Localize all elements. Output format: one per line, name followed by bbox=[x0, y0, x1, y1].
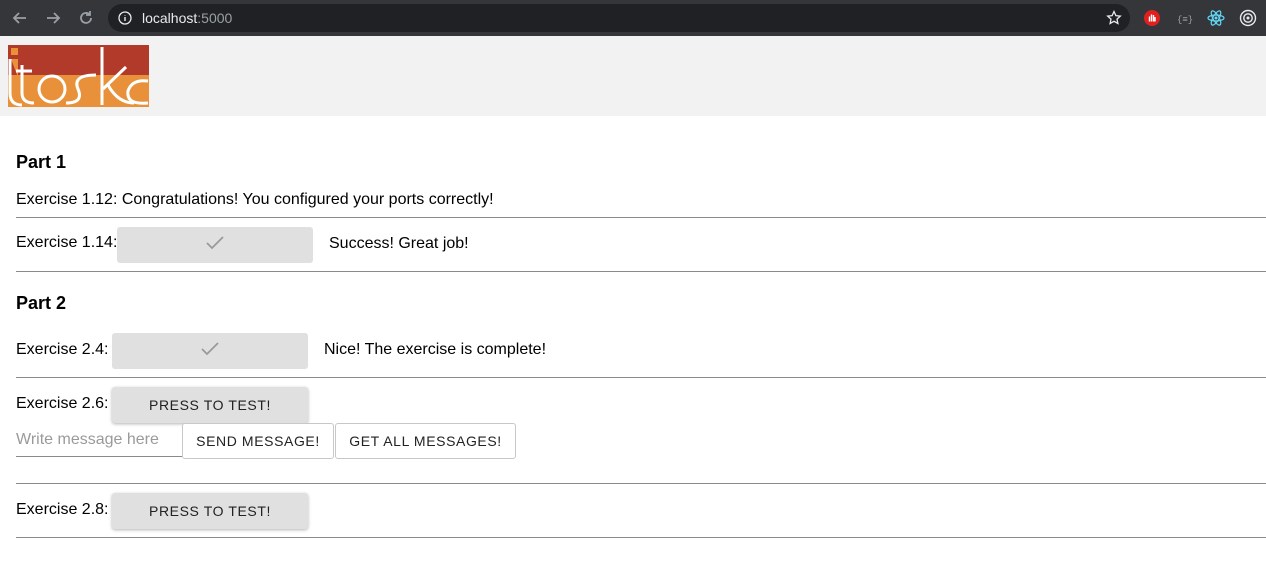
divider bbox=[16, 537, 1266, 538]
exercise-1-14-label: Exercise 1.14: bbox=[16, 234, 118, 251]
url-host: localhost bbox=[142, 10, 198, 26]
info-icon[interactable] bbox=[118, 11, 132, 25]
exercise-2-8-test-button[interactable]: PRESS TO TEST! bbox=[112, 493, 308, 529]
get-all-messages-button[interactable]: GET ALL MESSAGES! bbox=[335, 423, 516, 459]
exercise-1-14-result: Success! Great job! bbox=[329, 235, 469, 252]
checkmark-icon bbox=[200, 341, 220, 362]
back-icon[interactable] bbox=[10, 8, 30, 28]
divider bbox=[16, 483, 1266, 484]
exercise-2-8-label: Exercise 2.8: bbox=[16, 501, 109, 518]
url-port: :5000 bbox=[197, 10, 233, 26]
address-bar[interactable]: localhost:5000 bbox=[108, 4, 1130, 32]
send-message-button[interactable]: SEND MESSAGE! bbox=[182, 423, 334, 459]
checkmark-icon bbox=[205, 235, 225, 256]
extension-target-icon[interactable] bbox=[1238, 8, 1258, 28]
message-input[interactable] bbox=[16, 423, 182, 457]
browser-toolbar: localhost:5000 {≡} bbox=[0, 0, 1266, 36]
url-text[interactable]: localhost:5000 bbox=[142, 10, 232, 26]
itoska-logo bbox=[8, 45, 149, 107]
forward-icon[interactable] bbox=[43, 8, 63, 28]
part1-heading: Part 1 bbox=[16, 152, 67, 172]
exercise-2-4-result: Nice! The exercise is complete! bbox=[324, 341, 547, 358]
app-header bbox=[0, 36, 1266, 116]
divider bbox=[16, 377, 1266, 378]
exercise-2-4-label: Exercise 2.4: bbox=[16, 341, 109, 358]
bookmark-star-icon[interactable] bbox=[1106, 9, 1122, 26]
exercise-1-12-text: Exercise 1.12: Congratulations! You conf… bbox=[16, 191, 494, 208]
part2-heading: Part 2 bbox=[16, 293, 67, 313]
json-extension-icon[interactable]: {≡} bbox=[1174, 8, 1194, 28]
exercise-1-14-status-button[interactable] bbox=[117, 227, 313, 263]
adblock-extension-icon[interactable] bbox=[1142, 8, 1162, 28]
exercise-2-6-test-button[interactable]: PRESS TO TEST! bbox=[112, 387, 308, 423]
exercise-2-4-status-button[interactable] bbox=[112, 333, 308, 369]
exercise-2-6-label: Exercise 2.6: bbox=[16, 395, 109, 412]
react-devtools-icon[interactable] bbox=[1206, 8, 1226, 28]
svg-text:{≡}: {≡} bbox=[1177, 15, 1193, 25]
divider bbox=[16, 217, 1266, 218]
reload-icon[interactable] bbox=[76, 8, 96, 28]
divider bbox=[16, 271, 1266, 272]
